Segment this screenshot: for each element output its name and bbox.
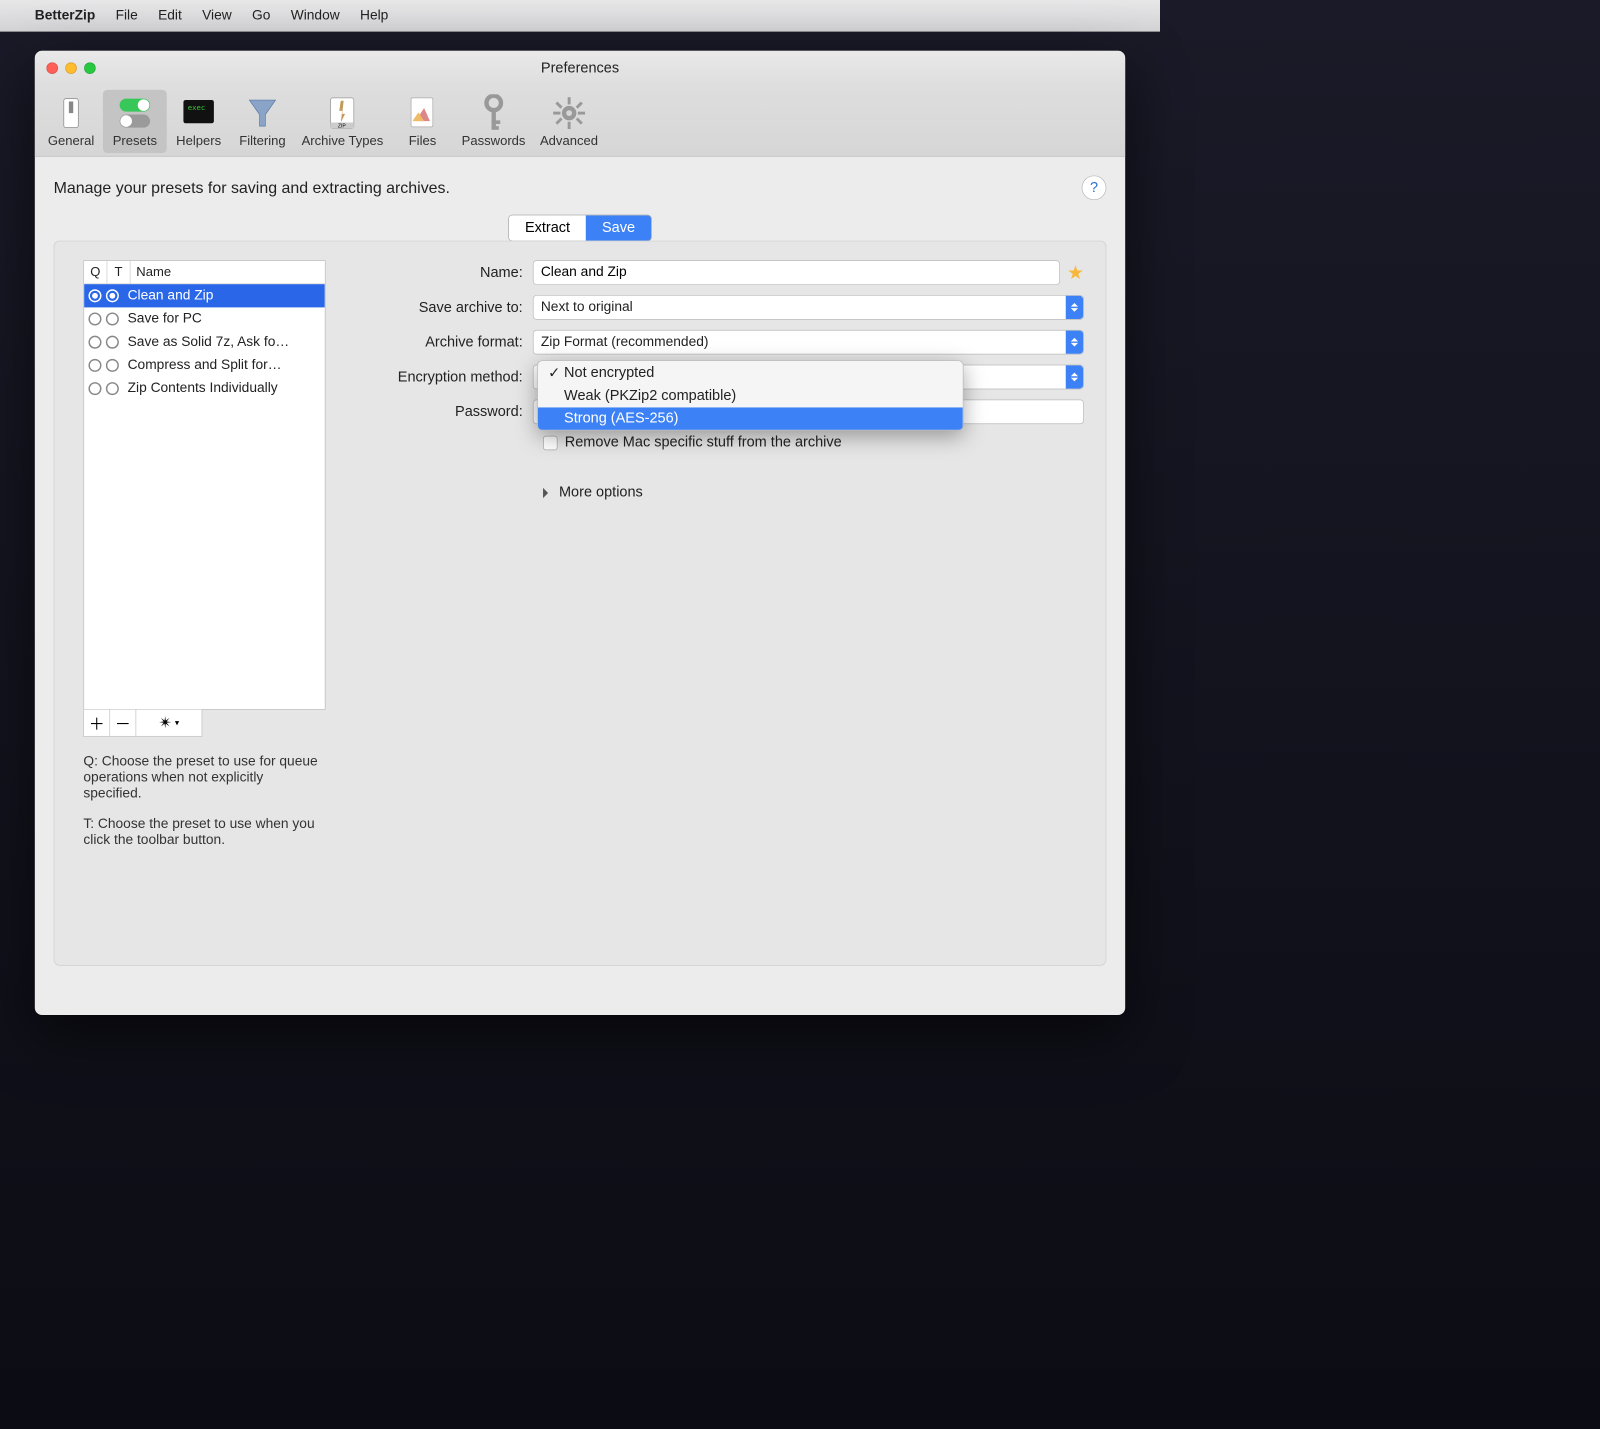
menu-view[interactable]: View <box>202 8 232 24</box>
favorite-star-icon[interactable]: ★ <box>1067 261 1084 283</box>
tab-archive-types[interactable]: ZIP Archive Types <box>294 90 390 153</box>
tab-advanced[interactable]: Advanced <box>533 90 606 153</box>
tab-filtering[interactable]: Filtering <box>231 90 295 153</box>
q-radio[interactable] <box>88 382 101 395</box>
key-icon <box>473 93 514 134</box>
preset-row[interactable]: Compress and Split for… <box>84 354 325 377</box>
t-radio[interactable] <box>106 312 119 325</box>
more-options-disclosure[interactable]: More options <box>359 484 1084 501</box>
t-radio[interactable] <box>106 359 119 372</box>
hint-text: Q: Choose the preset to use for queue op… <box>83 754 322 848</box>
file-icon <box>402 93 443 134</box>
q-radio[interactable] <box>88 289 101 302</box>
column-q[interactable]: Q <box>84 261 107 283</box>
zip-icon: ZIP <box>322 93 363 134</box>
preset-row[interactable]: Save as Solid 7z, Ask fo… <box>84 331 325 354</box>
app-menu[interactable]: BetterZip <box>35 8 95 24</box>
add-preset-button[interactable]: ＋ <box>84 710 110 736</box>
q-radio[interactable] <box>88 336 101 349</box>
window-title: Preferences <box>35 60 1125 77</box>
preset-row[interactable]: Zip Contents Individually <box>84 377 325 400</box>
column-name[interactable]: Name <box>131 261 325 283</box>
menubar: BetterZip File Edit View Go Window Help <box>0 0 1160 32</box>
save-to-label: Save archive to: <box>359 299 533 316</box>
remove-preset-button[interactable]: － <box>110 710 136 736</box>
disclosure-triangle-icon <box>543 488 553 498</box>
tab-save[interactable]: Save <box>586 215 651 240</box>
gear-icon <box>549 93 590 134</box>
preset-row[interactable]: Clean and Zip <box>84 284 325 307</box>
list-actions: ＋ － ✴︎ ▾ <box>83 710 202 737</box>
svg-text:ZIP: ZIP <box>338 124 346 130</box>
encryption-label: Encryption method: <box>359 369 533 386</box>
help-button[interactable]: ? <box>1082 175 1107 200</box>
menu-edit[interactable]: Edit <box>158 8 182 24</box>
format-label: Archive format: <box>359 334 533 351</box>
archive-format-popup[interactable]: Zip Format (recommended) <box>533 330 1084 355</box>
encryption-option[interactable]: Weak (PKZip2 compatible) <box>538 385 963 407</box>
preset-list-header: Q T Name <box>84 261 325 284</box>
menu-help[interactable]: Help <box>360 8 388 24</box>
name-label: Name: <box>359 264 533 281</box>
encryption-option[interactable]: ✓Not encrypted <box>538 361 963 385</box>
save-to-popup[interactable]: Next to original <box>533 295 1084 320</box>
page-heading: Manage your presets for saving and extra… <box>54 178 450 197</box>
menu-file[interactable]: File <box>116 8 138 24</box>
t-radio[interactable] <box>106 289 119 302</box>
funnel-icon <box>242 93 283 134</box>
menu-go[interactable]: Go <box>252 8 270 24</box>
tab-files[interactable]: Files <box>391 90 455 153</box>
column-t[interactable]: T <box>107 261 130 283</box>
q-radio[interactable] <box>88 359 101 372</box>
remove-mac-checkbox[interactable] <box>543 435 558 450</box>
svg-text:exec: exec <box>188 103 205 112</box>
presets-panel: Q T Name Clean and Zip Save for PC <box>54 241 1107 966</box>
encryption-dropdown-menu: ✓Not encrypted Weak (PKZip2 compatible) … <box>537 360 963 430</box>
titlebar: Preferences <box>35 51 1125 86</box>
tab-passwords[interactable]: Passwords <box>454 90 532 153</box>
prefs-toolbar: General Presets exec Helpers Filtering Z… <box>35 86 1125 157</box>
tab-helpers[interactable]: exec Helpers <box>167 90 231 153</box>
menu-window[interactable]: Window <box>291 8 340 24</box>
q-radio[interactable] <box>88 312 101 325</box>
encryption-option[interactable]: Strong (AES-256) <box>538 407 963 429</box>
preset-list[interactable]: Q T Name Clean and Zip Save for PC <box>83 260 325 710</box>
tab-general[interactable]: General <box>39 90 103 153</box>
preset-actions-menu[interactable]: ✴︎ ▾ <box>136 710 201 736</box>
preset-row[interactable]: Save for PC <box>84 307 325 330</box>
tab-extract[interactable]: Extract <box>509 215 586 240</box>
tab-presets[interactable]: Presets <box>103 90 167 153</box>
password-label: Password: <box>359 403 533 420</box>
t-radio[interactable] <box>106 336 119 349</box>
extract-save-segment: Extract Save <box>508 215 651 242</box>
preset-name-field[interactable] <box>533 260 1060 285</box>
preferences-window: Preferences General Presets exec Helpers… <box>35 51 1125 1015</box>
remove-mac-label: Remove Mac specific stuff from the archi… <box>565 434 842 451</box>
t-radio[interactable] <box>106 382 119 395</box>
